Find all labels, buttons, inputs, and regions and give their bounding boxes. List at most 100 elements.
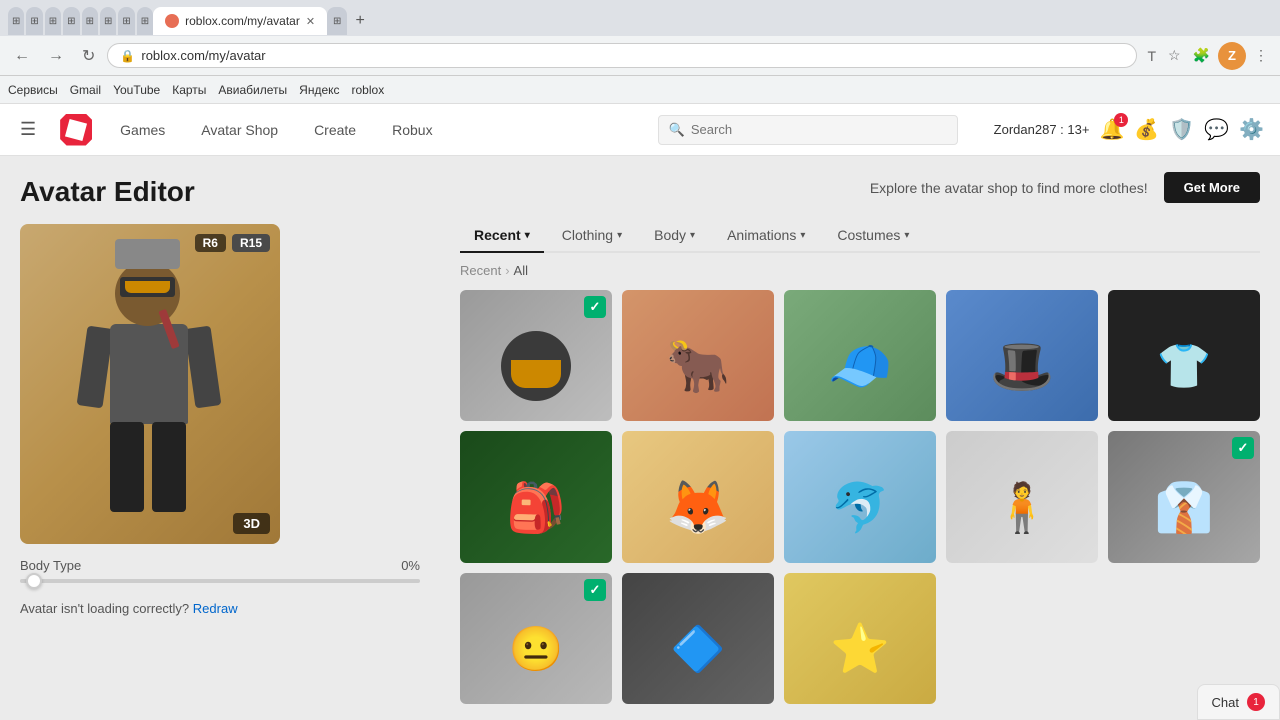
browser-tab-other[interactable]: ⊞ bbox=[137, 7, 153, 35]
item-card[interactable]: 🎩 Chilly Winter Wizard Hat bbox=[946, 290, 1098, 421]
roblox-logo-inner bbox=[65, 118, 87, 140]
tab-costumes[interactable]: Costumes ▾ bbox=[823, 219, 923, 253]
chevron-down-icon: ▾ bbox=[690, 230, 695, 241]
get-more-button[interactable]: Get More bbox=[1164, 172, 1260, 203]
left-panel: Avatar Editor R6 R15 bbox=[0, 156, 440, 720]
item-card[interactable]: ✓ Arctic Ninja Cat bbox=[460, 290, 612, 421]
breadcrumb: Recent › All bbox=[460, 263, 1260, 278]
browser-tab-other[interactable]: ⊞ bbox=[118, 7, 134, 35]
breadcrumb-recent[interactable]: Recent bbox=[460, 263, 501, 278]
items-grid: ✓ Arctic Ninja Cat 🐂 Happy New Year Ox 🧢 bbox=[460, 290, 1260, 704]
chevron-down-icon: ▾ bbox=[800, 230, 805, 241]
item-card[interactable]: ✓ 👔 NeoClassic Male v2 - Shirt bbox=[1108, 431, 1260, 562]
item-card[interactable]: 🐂 Happy New Year Ox bbox=[622, 290, 774, 421]
browser-tab-other[interactable]: ⊞ bbox=[26, 7, 42, 35]
item-card[interactable]: 👕 Ready Player Two Shirt bbox=[1108, 290, 1260, 421]
chat-widget[interactable]: Chat 1 bbox=[1197, 684, 1280, 720]
editor-title: Avatar Editor bbox=[20, 176, 420, 208]
browser-tab-other[interactable]: ⊞ bbox=[82, 7, 98, 35]
redraw-button[interactable]: Redraw bbox=[193, 601, 238, 616]
view-3d-button[interactable]: 3D bbox=[233, 513, 270, 534]
hamburger-menu-button[interactable]: ☰ bbox=[16, 115, 40, 144]
tab-animations[interactable]: Animations ▾ bbox=[713, 219, 819, 253]
translate-button[interactable]: T bbox=[1143, 44, 1160, 68]
chevron-down-icon: ▾ bbox=[525, 230, 530, 241]
item-image: ✓ bbox=[460, 290, 612, 421]
search-input[interactable] bbox=[691, 122, 947, 137]
notifications-button[interactable]: 🔔 1 bbox=[1099, 117, 1124, 142]
item-image: 🎩 bbox=[946, 290, 1098, 421]
roblox-header: ☰ Games Avatar Shop Create Robux 🔍 Zorda… bbox=[0, 104, 1280, 156]
forward-button[interactable]: → bbox=[42, 43, 70, 69]
item-card[interactable]: 🧍 ROBLOX Boy bbox=[946, 431, 1098, 562]
avatar-eyes bbox=[125, 281, 170, 293]
browser-tab-other[interactable]: ⊞ bbox=[45, 7, 61, 35]
item-image: 🔷 bbox=[622, 573, 774, 704]
user-section: Zordan287 : 13+ 🔔 1 💰 🛡️ 💬 ⚙️ bbox=[994, 117, 1264, 142]
messages-button[interactable]: 💬 bbox=[1204, 117, 1229, 142]
shield-button[interactable]: 🛡️ bbox=[1169, 117, 1194, 142]
browser-tab-other[interactable]: ⊞ bbox=[100, 7, 116, 35]
nav-avatar-shop[interactable]: Avatar Shop bbox=[193, 118, 286, 142]
settings-button[interactable]: ⚙️ bbox=[1239, 117, 1264, 142]
item-card[interactable]: ✓ 😐 bbox=[460, 573, 612, 704]
item-card[interactable]: 🧢 Verified, Bonafide, bbox=[784, 290, 936, 421]
reload-button[interactable]: ↻ bbox=[76, 42, 101, 70]
bookmarks-bar: Сервисы Gmail YouTube Карты Авиабилеты Я… bbox=[0, 76, 1280, 104]
back-button[interactable]: ← bbox=[8, 43, 36, 69]
nav-create[interactable]: Create bbox=[306, 118, 364, 142]
bookmark-gmail[interactable]: Gmail bbox=[70, 83, 101, 97]
url-input[interactable] bbox=[141, 48, 1124, 63]
bookmark-button[interactable]: ☆ bbox=[1164, 43, 1185, 68]
item-image: 🐬 bbox=[784, 431, 936, 562]
browser-toolbar-icons: T ☆ 🧩 Z ⋮ bbox=[1143, 42, 1272, 70]
item-selected-check: ✓ bbox=[584, 296, 606, 318]
avatar-container: R6 R15 3D bbox=[20, 224, 280, 544]
bookmark-youtube[interactable]: YouTube bbox=[113, 83, 160, 97]
avatar-arm-right bbox=[185, 326, 222, 409]
tab-clothing[interactable]: Clothing ▾ bbox=[548, 219, 636, 253]
nav-robux[interactable]: Robux bbox=[384, 118, 440, 142]
menu-button[interactable]: ⋮ bbox=[1250, 43, 1272, 68]
address-bar[interactable]: 🔒 bbox=[107, 43, 1137, 68]
active-tab[interactable]: roblox.com/my/avatar ✕ bbox=[153, 7, 327, 35]
item-selected-check: ✓ bbox=[584, 579, 606, 601]
bookmark-flights[interactable]: Авиабилеты bbox=[218, 83, 287, 97]
item-selected-check: ✓ bbox=[1232, 437, 1254, 459]
robux-button[interactable]: 💰 bbox=[1134, 117, 1159, 142]
bookmark-services[interactable]: Сервисы bbox=[8, 83, 58, 97]
item-card[interactable]: 🎒 RB Battle Pack bbox=[460, 431, 612, 562]
bookmark-roblox[interactable]: roblox bbox=[352, 83, 385, 97]
roblox-logo[interactable] bbox=[60, 114, 92, 146]
browser-tab-other[interactable]: ⊞ bbox=[8, 7, 24, 35]
tab-body[interactable]: Body ▾ bbox=[640, 219, 709, 253]
tab-close-button[interactable]: ✕ bbox=[306, 15, 315, 28]
extensions-button[interactable]: 🧩 bbox=[1189, 43, 1214, 68]
breadcrumb-all[interactable]: All bbox=[514, 263, 528, 278]
body-type-slider[interactable] bbox=[20, 579, 420, 583]
browser-user-avatar[interactable]: Z bbox=[1218, 42, 1246, 70]
search-bar[interactable]: 🔍 bbox=[658, 115, 958, 145]
bookmark-yandex[interactable]: Яндекс bbox=[299, 83, 339, 97]
promo-text: Explore the avatar shop to find more clo… bbox=[870, 180, 1148, 196]
main-content: Avatar Editor R6 R15 bbox=[0, 156, 1280, 720]
item-image: 👕 bbox=[1108, 290, 1260, 421]
search-icon: 🔍 bbox=[669, 122, 685, 138]
tab-recent[interactable]: Recent ▾ bbox=[460, 219, 544, 253]
browser-tab-other[interactable]: ⊞ bbox=[327, 7, 347, 35]
item-image: 🧍 bbox=[946, 431, 1098, 562]
item-card[interactable]: 🐬 Dapper Narwhal bbox=[784, 431, 936, 562]
redraw-prompt-text: Avatar isn't loading correctly? bbox=[20, 601, 189, 616]
item-card[interactable]: 🔷 bbox=[622, 573, 774, 704]
promo-bar: Explore the avatar shop to find more clo… bbox=[460, 172, 1260, 203]
notif-badge: 1 bbox=[1114, 113, 1128, 127]
item-card[interactable]: ⭐ bbox=[784, 573, 936, 704]
nav-games[interactable]: Games bbox=[112, 118, 173, 142]
item-visual bbox=[501, 331, 571, 401]
browser-tab-other[interactable]: ⊞ bbox=[63, 7, 79, 35]
body-type-section: Body Type 0% bbox=[20, 558, 420, 583]
new-tab-button[interactable]: + bbox=[347, 8, 372, 34]
item-card[interactable]: 🦊 Fiery Fox Shoulder Pal bbox=[622, 431, 774, 562]
slider-thumb[interactable] bbox=[26, 573, 42, 589]
bookmark-maps[interactable]: Карты bbox=[172, 83, 206, 97]
